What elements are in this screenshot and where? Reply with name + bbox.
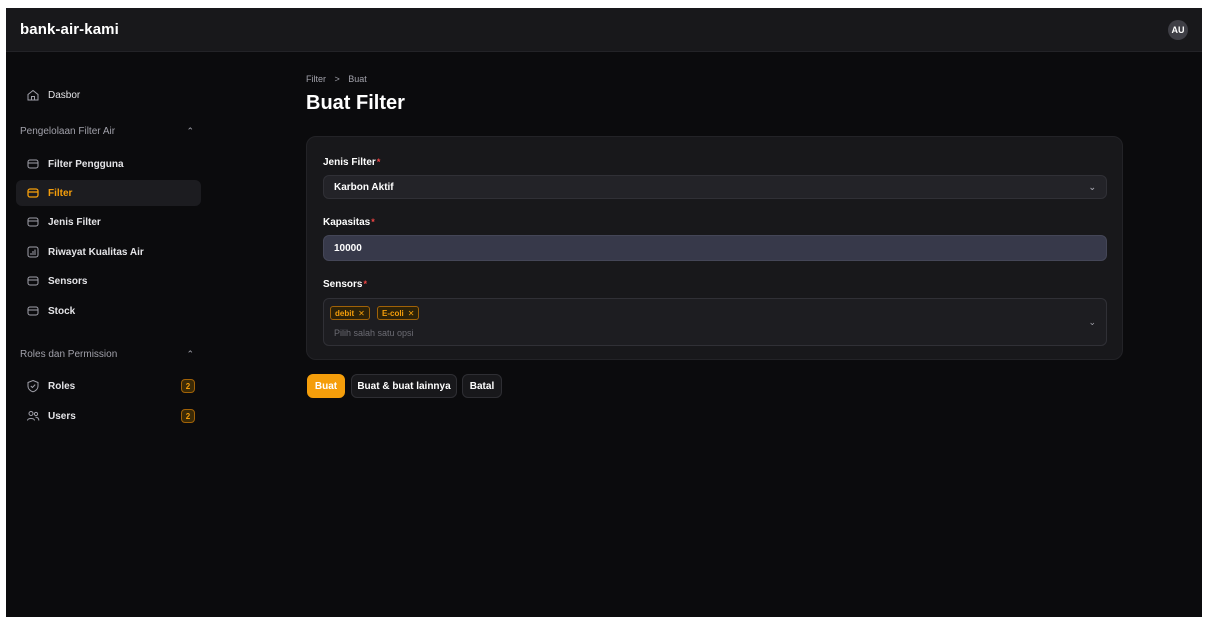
sidebar-group-roles-permission[interactable]: Roles dan Permission ⌃ — [20, 349, 200, 360]
shield-icon — [26, 379, 40, 393]
required-mark: * — [376, 157, 381, 167]
sidebar: Dasbor Pengelolaan Filter Air ⌃ Filter P… — [6, 52, 211, 617]
box-icon — [26, 215, 40, 229]
chevron-down-icon: ⌄ — [1088, 182, 1096, 192]
users-icon — [26, 409, 40, 423]
required-mark: * — [371, 217, 375, 227]
sidebar-item-label: Dasbor — [48, 89, 81, 101]
sidebar-item-label: Stock — [48, 305, 76, 317]
sensors-placeholder: Pilih salah satu opsi — [334, 328, 414, 338]
sidebar-group-filter-management[interactable]: Pengelolaan Filter Air ⌃ — [20, 126, 200, 137]
sidebar-item-sensors[interactable]: Sensors — [16, 268, 201, 294]
count-badge: 2 — [181, 409, 195, 423]
create-another-button[interactable]: Buat & buat lainnya — [351, 374, 457, 398]
box-icon — [26, 157, 40, 171]
sidebar-item-label: Users — [48, 410, 76, 422]
chart-icon — [26, 245, 40, 259]
top-bar: bank-air-kami AU — [6, 8, 1202, 52]
close-icon[interactable]: ✕ — [408, 309, 415, 318]
home-icon — [26, 88, 40, 102]
box-icon — [26, 186, 40, 200]
user-avatar[interactable]: AU — [1168, 19, 1188, 40]
sidebar-item-label: Jenis Filter — [48, 216, 101, 228]
brand-logo[interactable]: bank-air-kami — [20, 21, 119, 38]
sidebar-group-label: Pengelolaan Filter Air — [20, 126, 116, 137]
sidebar-item-label: Filter Pengguna — [48, 158, 124, 170]
close-icon[interactable]: ✕ — [358, 309, 365, 318]
kapasitas-input[interactable]: 10000 — [323, 235, 1107, 261]
kapasitas-label: Kapasitas* — [323, 217, 375, 228]
sidebar-item-label: Riwayat Kualitas Air — [48, 246, 144, 258]
app-window: bank-air-kami AU Dasbor Pengelolaan Filt… — [6, 8, 1202, 617]
sensors-label: Sensors* — [323, 279, 367, 290]
breadcrumb-separator: > — [334, 74, 340, 84]
breadcrumb-current: Buat — [348, 74, 367, 84]
sidebar-item-roles[interactable]: Roles 2 — [16, 373, 201, 399]
sidebar-item-label: Roles — [48, 380, 76, 392]
sidebar-item-jenis-filter[interactable]: Jenis Filter — [16, 209, 201, 235]
form-card: Jenis Filter* Karbon Aktif ⌄ Kapasitas* … — [306, 136, 1123, 360]
required-mark: * — [363, 279, 367, 289]
sensors-multiselect[interactable]: debit ✕ E-coli ✕ Pilih salah satu opsi ⌄ — [323, 298, 1107, 346]
sensor-tag[interactable]: E-coli ✕ — [377, 306, 420, 320]
cancel-button[interactable]: Batal — [462, 374, 502, 398]
breadcrumb: Filter > Buat — [306, 74, 367, 84]
chevron-up-icon[interactable]: ⌃ — [186, 126, 194, 137]
sidebar-item-label: Filter — [48, 187, 73, 199]
count-badge: 2 — [181, 379, 195, 393]
breadcrumb-parent[interactable]: Filter — [306, 74, 326, 84]
kapasitas-value: 10000 — [334, 242, 362, 254]
sidebar-item-dashboard[interactable]: Dasbor — [16, 82, 201, 108]
chevron-up-icon[interactable]: ⌃ — [186, 349, 194, 360]
page-title: Buat Filter — [306, 92, 405, 114]
sidebar-item-filter-pengguna[interactable]: Filter Pengguna — [16, 151, 201, 177]
sensor-tag[interactable]: debit ✕ — [330, 306, 370, 320]
sidebar-item-stock[interactable]: Stock — [16, 298, 201, 324]
jenis-filter-value: Karbon Aktif — [334, 181, 394, 193]
sidebar-group-label: Roles dan Permission — [20, 349, 118, 360]
sidebar-item-filter[interactable]: Filter — [16, 180, 201, 206]
chevron-down-icon: ⌄ — [1088, 317, 1096, 327]
sidebar-item-riwayat-kualitas-air[interactable]: Riwayat Kualitas Air — [16, 239, 201, 265]
sidebar-item-users[interactable]: Users 2 — [16, 403, 201, 429]
jenis-filter-select[interactable]: Karbon Aktif ⌄ — [323, 175, 1107, 199]
jenis-filter-label: Jenis Filter* — [323, 157, 381, 168]
create-button[interactable]: Buat — [307, 374, 345, 398]
box-icon — [26, 274, 40, 288]
sidebar-item-label: Sensors — [48, 275, 88, 287]
box-icon — [26, 304, 40, 318]
